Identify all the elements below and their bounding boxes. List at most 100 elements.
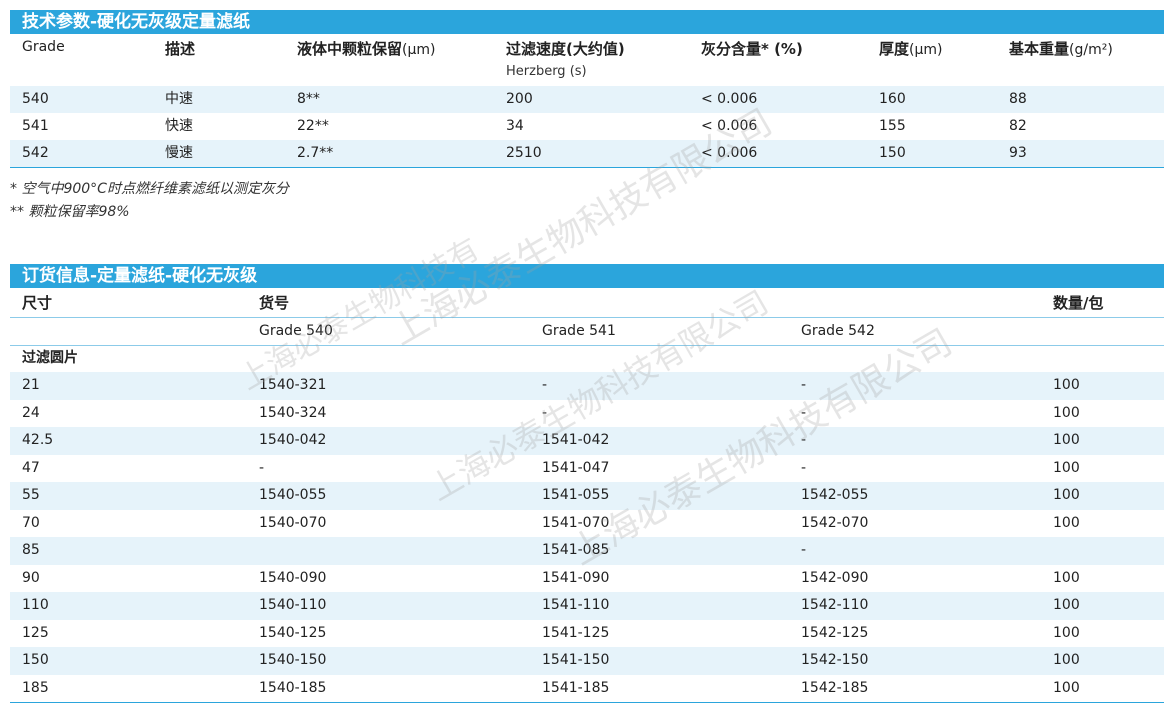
table-row: 150 1540-150 1541-150 1542-150 100 <box>10 647 1164 675</box>
table-row: 47 - 1541-047 - 100 <box>10 455 1164 483</box>
spec-cell-grade: 542 <box>22 145 49 161</box>
order-cell-size: 85 <box>22 542 40 558</box>
col-grade-header: Grade <box>22 39 65 55</box>
order-cell-g540: 1540-090 <box>259 569 327 586</box>
table-row: 540 中速 8** 200 < 0.006 160 88 <box>10 86 1164 113</box>
order-cell-g541: - <box>542 404 548 421</box>
order-cell-g540: 1540-321 <box>259 377 327 393</box>
order-cell-g541: - <box>542 377 548 393</box>
spec-cell-grade: 540 <box>22 91 49 107</box>
order-cell-size: 24 <box>22 404 40 421</box>
table-row: 185 1540-185 1541-185 1542-185 100 <box>10 675 1164 703</box>
col-size-header: 尺寸 <box>22 294 53 312</box>
col-grade541-header: Grade 541 <box>542 323 616 339</box>
col-thickness-header: 厚度(μm) <box>879 40 943 58</box>
order-cell-g541: 1541-090 <box>542 569 610 586</box>
order-cell-qty: 100 <box>1053 569 1080 586</box>
spec-cell-retention: 8** <box>297 91 320 107</box>
order-group-row: 过滤圆片 <box>10 345 1164 372</box>
order-cell-qty: 100 <box>1053 459 1080 476</box>
spec-cell-weight: 93 <box>1009 145 1027 161</box>
col-speed-subheader: Herzberg (s) <box>506 64 587 79</box>
order-cell-size: 47 <box>22 459 40 476</box>
order-cell-g540: 1540-070 <box>259 514 327 531</box>
order-cell-size: 42.5 <box>22 432 54 448</box>
order-cell-size: 185 <box>22 679 49 696</box>
spec-cell-retention: 2.7** <box>297 145 334 161</box>
order-cell-g540: 1540-150 <box>259 652 327 668</box>
order-cell-g540: 1540-185 <box>259 679 327 696</box>
order-cell-g540: 1540-125 <box>259 624 327 641</box>
order-cell-g542: 1542-185 <box>801 679 869 696</box>
order-cell-size: 150 <box>22 652 49 668</box>
order-cell-g541: 1541-150 <box>542 652 610 668</box>
order-cell-qty: 100 <box>1053 432 1080 448</box>
order-cell-g542: - <box>801 459 807 476</box>
col-qty-header: 数量/包 <box>1053 294 1104 312</box>
spec-cell-ash: < 0.006 <box>701 91 758 107</box>
order-cell-g542: 1542-055 <box>801 487 869 503</box>
table-row: 70 1540-070 1541-070 1542-070 100 <box>10 510 1164 538</box>
order-table-body: 21 1540-321 - - 100 24 1540-324 - - 100 42.5 1540-0… <box>10 372 1164 702</box>
table-row: 110 1540-110 1541-110 1542-110 100 <box>10 592 1164 620</box>
spec-cell-thickness: 160 <box>879 91 906 107</box>
spec-table-body: 540 中速 8** 200 < 0.006 160 88 541 快速 22** 34 < 0.00… <box>10 86 1164 167</box>
order-cell-size: 21 <box>22 377 40 393</box>
order-cell-g542: 1542-125 <box>801 624 869 641</box>
order-table-header: 尺寸 货号 数量/包 <box>10 290 1164 317</box>
table-row: 125 1540-125 1541-125 1542-125 100 <box>10 620 1164 648</box>
spec-cell-speed: 34 <box>506 118 524 134</box>
spec-cell-retention: 22** <box>297 118 329 134</box>
table-row: 21 1540-321 - - 100 <box>10 372 1164 400</box>
spec-cell-desc: 中速 <box>165 91 193 107</box>
spec-cell-desc: 快速 <box>165 118 193 134</box>
order-cell-g541: 1541-070 <box>542 514 610 531</box>
order-cell-qty: 100 <box>1053 487 1080 503</box>
table-row: 90 1540-090 1541-090 1542-090 100 <box>10 565 1164 593</box>
order-cell-g540: 1540-055 <box>259 487 327 503</box>
col-grade540-header: Grade 540 <box>259 323 333 339</box>
spec-cell-desc: 慢速 <box>165 145 193 161</box>
order-table-bottom-rule <box>10 702 1164 703</box>
order-cell-g540: 1540-110 <box>259 597 327 613</box>
order-cell-g542: - <box>801 404 807 421</box>
order-cell-g542: - <box>801 432 807 448</box>
order-grade-subheader: Grade 540 Grade 541 Grade 542 <box>10 318 1164 345</box>
col-desc-header: 描述 <box>165 40 196 58</box>
order-cell-g541: 1541-085 <box>542 542 610 558</box>
note-retention: ** 颗粒保留率98% <box>10 204 130 220</box>
order-cell-g542: 1542-110 <box>801 597 869 613</box>
order-cell-g541: 1541-055 <box>542 487 610 503</box>
table-row: 42.5 1540-042 1541-042 - 100 <box>10 427 1164 455</box>
spec-cell-speed: 2510 <box>506 145 542 161</box>
table-row: 55 1540-055 1541-055 1542-055 100 <box>10 482 1164 510</box>
col-weight-header: 基本重量(g/m²) <box>1009 40 1113 58</box>
col-ash-header: 灰分含量* (%) <box>701 40 803 58</box>
spec-cell-speed: 200 <box>506 91 533 107</box>
col-retention-header: 液体中颗粒保留(μm) <box>297 40 436 58</box>
order-cell-g542: 1542-150 <box>801 652 869 668</box>
spec-table-header: Grade 描述 液体中颗粒保留(μm) 过滤速度(大约值) Herzberg … <box>10 36 1164 88</box>
order-cell-g540: 1540-324 <box>259 404 327 421</box>
order-cell-g542: 1542-070 <box>801 514 869 531</box>
spec-table-bottom-rule <box>10 167 1164 168</box>
spec-cell-ash: < 0.006 <box>701 145 758 161</box>
order-cell-g541: 1541-185 <box>542 679 610 696</box>
spec-cell-weight: 82 <box>1009 118 1027 134</box>
order-cell-g541: 1541-047 <box>542 459 610 476</box>
col-catalog-header: 货号 <box>259 294 290 312</box>
spec-cell-grade: 541 <box>22 118 49 134</box>
order-cell-g542: 1542-090 <box>801 569 869 586</box>
order-cell-qty: 100 <box>1053 404 1080 421</box>
order-cell-qty: 100 <box>1053 514 1080 531</box>
spec-cell-ash: < 0.006 <box>701 118 758 134</box>
order-cell-g541: 1541-125 <box>542 624 610 641</box>
order-cell-qty: 100 <box>1053 652 1080 668</box>
order-cell-qty: 100 <box>1053 597 1080 613</box>
order-cell-g540: 1540-042 <box>259 432 327 448</box>
order-cell-qty: 100 <box>1053 679 1080 696</box>
order-cell-size: 70 <box>22 514 40 531</box>
table-row: 541 快速 22** 34 < 0.006 155 82 <box>10 113 1164 140</box>
order-cell-size: 110 <box>22 597 49 613</box>
order-cell-g542: - <box>801 542 807 558</box>
